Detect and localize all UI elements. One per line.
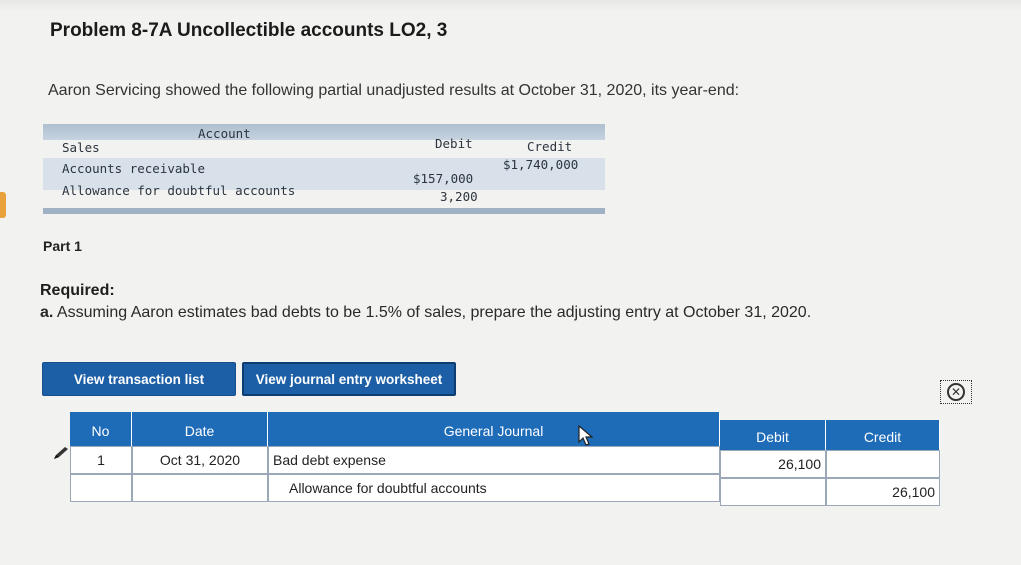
journal-row-account[interactable]: Bad debt expense (268, 446, 720, 474)
accounts-table: Account Debit Credit Sales $1,740,000 Ac… (43, 124, 605, 224)
pencil-icon[interactable] (52, 446, 70, 460)
journal-header-no: No (70, 412, 132, 450)
accounts-table-bottom-bar (43, 208, 605, 214)
accounts-header-debit: Debit (435, 136, 473, 151)
journal-header-debit: Debit (720, 420, 826, 454)
accounts-row-account: Sales (62, 140, 100, 155)
accounts-row-debit: $157,000 (413, 171, 474, 186)
journal-header-credit: Credit (826, 420, 940, 454)
top-strip (0, 0, 1021, 10)
view-journal-entry-worksheet-button[interactable]: View journal entry worksheet (242, 362, 456, 396)
journal-row-no: 1 (70, 446, 132, 474)
required-label: Required: (40, 282, 115, 299)
journal-header-date: Date (132, 412, 268, 450)
question-text: a. Assuming Aaron estimates bad debts to… (40, 304, 811, 322)
question-body: Assuming Aaron estimates bad debts to be… (53, 304, 812, 321)
accounts-row-debit: 3,200 (440, 189, 478, 204)
mouse-cursor-icon (578, 425, 594, 446)
journal-row-debit[interactable]: 26,100 (720, 450, 826, 478)
journal-header-general-journal: General Journal (268, 412, 720, 450)
journal-row-credit[interactable]: 26,100 (826, 478, 940, 506)
question-prefix: a. (40, 304, 54, 321)
journal-row-no (70, 474, 132, 502)
journal-row-debit[interactable] (720, 478, 826, 506)
accounts-row-account: Accounts receivable (62, 161, 205, 176)
accounts-row-credit: $1,740,000 (503, 157, 579, 172)
part-label: Part 1 (43, 238, 82, 254)
accounts-table-header-bar (43, 124, 605, 140)
close-circle-icon: ✕ (947, 383, 965, 401)
journal-table: No Date General Journal Debit Credit 1 O… (70, 412, 940, 506)
accounts-header-credit: Credit (527, 139, 573, 154)
left-tab-marker (0, 192, 6, 218)
journal-row-credit[interactable] (826, 450, 940, 478)
journal-row-account[interactable]: Allowance for doubtful accounts (268, 474, 720, 502)
intro-text: Aaron Servicing showed the following par… (48, 82, 740, 99)
accounts-header-account: Account (198, 126, 251, 141)
journal-row-date[interactable]: Oct 31, 2020 (132, 446, 268, 474)
journal-row-date[interactable] (132, 474, 268, 502)
close-button[interactable]: ✕ (940, 380, 972, 404)
accounts-row-account: Allowance for doubtful accounts (62, 183, 296, 198)
page-title: Problem 8-7A Uncollectible accounts LO2,… (50, 20, 448, 41)
view-transaction-list-button[interactable]: View transaction list (42, 362, 236, 396)
